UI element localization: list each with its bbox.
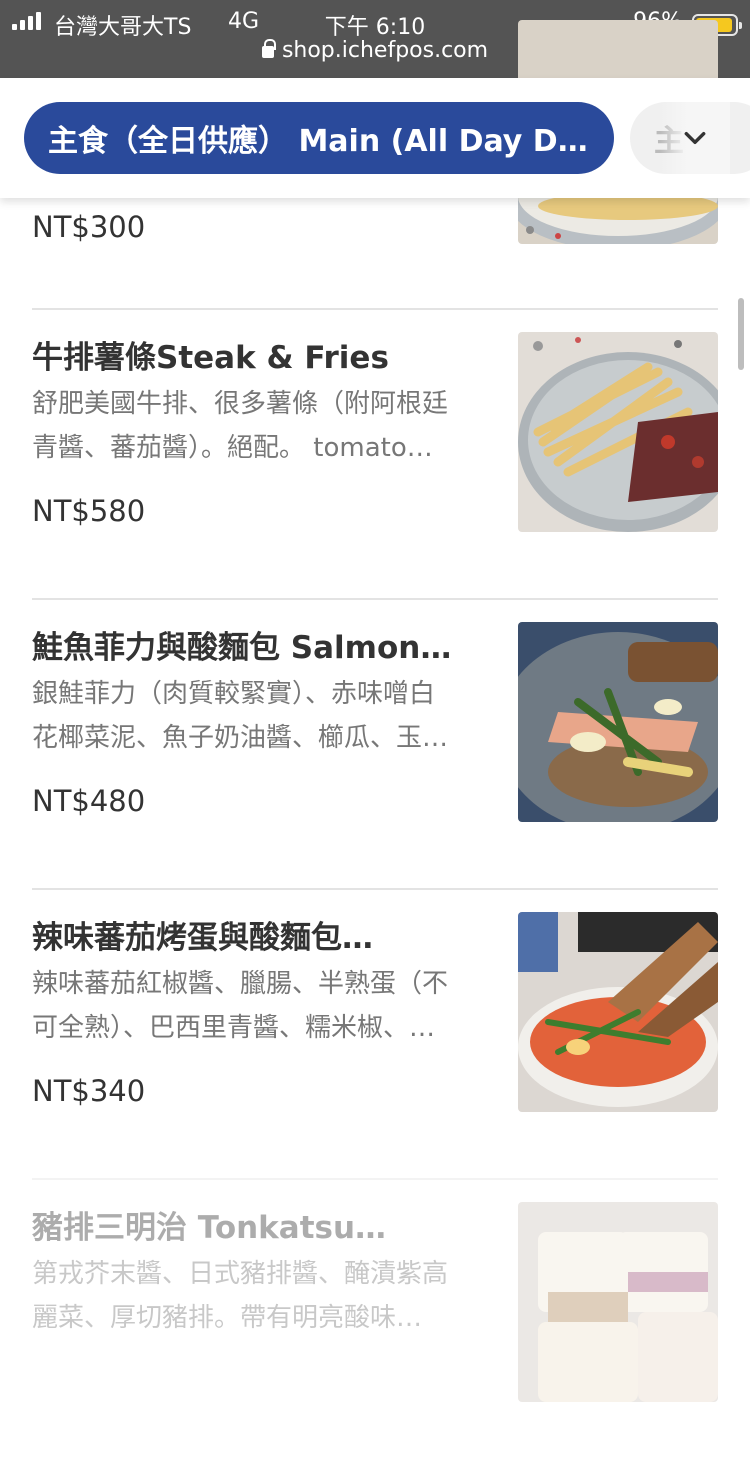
category-tab-label: 主食（全日供應） Main (All Day D… — [48, 124, 588, 159]
item-description: 舒肥美國牛排、很多薯條（附阿根廷 青醬、蕃茄醬）。絕配。 tomato… — [32, 382, 482, 470]
scrollbar[interactable] — [738, 298, 744, 370]
item-price: NT$580 — [32, 494, 146, 528]
item-description-line: 花椰菜泥、魚子奶油醬、櫛瓜、玉… — [32, 723, 449, 753]
item-photo — [518, 332, 718, 532]
item-name: 牛排薯條Steak & Fries — [32, 340, 389, 376]
item-description-line: 銀鮭菲力（肉質較緊實）、赤味噌白 — [32, 679, 436, 709]
divider — [32, 1178, 718, 1180]
item-price: NT$480 — [32, 784, 146, 818]
category-tab-active[interactable]: 主食（全日供應） Main (All Day D… — [24, 102, 614, 174]
item-price: NT$340 — [32, 1074, 146, 1108]
category-expand-button[interactable] — [660, 102, 730, 174]
item-description-line: 麗菜、厚切豬排。帶有明亮酸味… — [32, 1303, 423, 1333]
category-bar: 主食（全日供應） Main (All Day D… 主 — [0, 78, 750, 198]
item-photo — [518, 1202, 718, 1402]
divider — [32, 598, 718, 600]
menu-item[interactable]: 鮭魚菲力與酸麵包 Salmon… 銀鮭菲力（肉質較緊實）、赤味噌白 花椰菜泥、魚… — [0, 598, 750, 888]
item-description: 第戎芥末醬、日式豬排醬、醃漬紫高 麗菜、厚切豬排。帶有明亮酸味… — [32, 1252, 482, 1340]
item-description-line: 青醬、蕃茄醬）。絕配。 tomato… — [32, 433, 433, 463]
item-description-line: 舒肥美國牛排、很多薯條（附阿根廷 — [32, 389, 449, 419]
item-photo — [518, 622, 718, 822]
item-description-line: 第戎芥末醬、日式豬排醬、醃漬紫高 — [32, 1259, 449, 1289]
item-name: 鮭魚菲力與酸麵包 Salmon… — [32, 630, 452, 666]
item-photo — [518, 912, 718, 1112]
chevron-down-icon — [684, 131, 706, 145]
item-name: 豬排三明治 Tonkatsu… — [32, 1210, 387, 1246]
item-name: 辣味蕃茄烤蛋與酸麵包… — [32, 920, 373, 956]
item-price: NT$300 — [32, 210, 146, 244]
divider — [32, 888, 718, 890]
item-description-line: 辣味蕃茄紅椒醬、臘腸、半熟蛋（不 — [32, 969, 449, 999]
menu-item[interactable]: 豬排三明治 Tonkatsu… 第戎芥末醬、日式豬排醬、醃漬紫高 麗菜、厚切豬排… — [0, 1178, 750, 1468]
item-description: 銀鮭菲力（肉質較緊實）、赤味噌白 花椰菜泥、魚子奶油醬、櫛瓜、玉… — [32, 672, 482, 760]
item-description: 辣味蕃茄紅椒醬、臘腸、半熟蛋（不 可全熟）、巴西里青醬、糯米椒、… — [32, 962, 482, 1050]
menu-item[interactable]: 辣味蕃茄烤蛋與酸麵包… 辣味蕃茄紅椒醬、臘腸、半熟蛋（不 可全熟）、巴西里青醬、… — [0, 888, 750, 1178]
menu-item[interactable]: 牛排薯條Steak & Fries 舒肥美國牛排、很多薯條（附阿根廷 青醬、蕃茄… — [0, 308, 750, 598]
divider — [32, 308, 718, 310]
item-description-line: 可全熟）、巴西里青醬、糯米椒、… — [32, 1013, 436, 1043]
